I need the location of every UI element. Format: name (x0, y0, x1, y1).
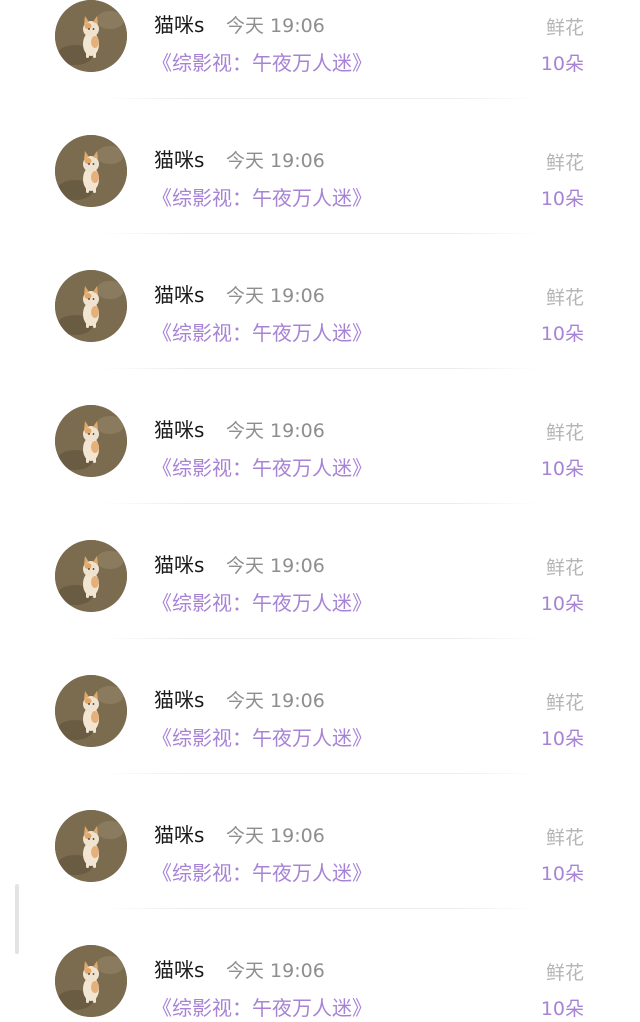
gift-count: 10朵 (540, 323, 584, 345)
gift-record-row[interactable]: 猫咪s 今天 19:06 《综影视：午夜万人迷》 鲜花 10朵 (0, 260, 640, 395)
row-divider (100, 233, 540, 234)
row-divider (100, 368, 540, 369)
row-divider (100, 503, 540, 504)
cat-avatar-icon[interactable] (55, 540, 127, 612)
gift-count: 10朵 (540, 458, 584, 480)
gift-type-label: 鲜花 (545, 287, 584, 309)
username[interactable]: 猫咪s (154, 957, 204, 983)
username[interactable]: 猫咪s (154, 417, 204, 443)
gift-records-page: 猫咪s 今天 19:06 《综影视：午夜万人迷》 鲜花 10朵 猫咪s 今天 1… (0, 0, 640, 1022)
gift-record-row[interactable]: 猫咪s 今天 19:06 《综影视：午夜万人迷》 鲜花 10朵 (0, 125, 640, 260)
timestamp: 今天 19:06 (226, 15, 325, 37)
gift-record-row[interactable]: 猫咪s 今天 19:06 《综影视：午夜万人迷》 鲜花 10朵 (0, 0, 640, 125)
gift-count: 10朵 (540, 728, 584, 750)
book-title-link[interactable]: 《综影视：午夜万人迷》 (152, 50, 372, 76)
book-title-link[interactable]: 《综影视：午夜万人迷》 (152, 725, 372, 751)
book-title-link[interactable]: 《综影视：午夜万人迷》 (152, 455, 372, 481)
gift-count: 10朵 (540, 593, 584, 615)
cat-avatar-icon[interactable] (55, 945, 127, 1017)
cat-avatar-icon[interactable] (55, 405, 127, 477)
cat-avatar-icon[interactable] (55, 810, 127, 882)
gift-record-row[interactable]: 猫咪s 今天 19:06 《综影视：午夜万人迷》 鲜花 10朵 (0, 800, 640, 935)
gift-type-label: 鲜花 (545, 17, 584, 39)
gift-count: 10朵 (540, 998, 584, 1020)
gift-type-label: 鲜花 (545, 692, 584, 714)
gift-type-label: 鲜花 (545, 152, 584, 174)
timestamp: 今天 19:06 (226, 420, 325, 442)
gift-record-list: 猫咪s 今天 19:06 《综影视：午夜万人迷》 鲜花 10朵 猫咪s 今天 1… (0, 0, 640, 1022)
username[interactable]: 猫咪s (154, 687, 204, 713)
book-title-link[interactable]: 《综影视：午夜万人迷》 (152, 590, 372, 616)
gift-type-label: 鲜花 (545, 422, 584, 444)
gift-type-label: 鲜花 (545, 827, 584, 849)
timestamp: 今天 19:06 (226, 285, 325, 307)
row-divider (100, 98, 540, 99)
gift-count: 10朵 (540, 863, 584, 885)
book-title-link[interactable]: 《综影视：午夜万人迷》 (152, 185, 372, 211)
timestamp: 今天 19:06 (226, 690, 325, 712)
timestamp: 今天 19:06 (226, 825, 325, 847)
book-title-link[interactable]: 《综影视：午夜万人迷》 (152, 320, 372, 346)
username[interactable]: 猫咪s (154, 147, 204, 173)
cat-avatar-icon[interactable] (55, 270, 127, 342)
gift-count: 10朵 (540, 53, 584, 75)
cat-avatar-icon[interactable] (55, 135, 127, 207)
cat-avatar-icon[interactable] (55, 0, 127, 72)
row-divider (100, 773, 540, 774)
gift-record-row[interactable]: 猫咪s 今天 19:06 《综影视：午夜万人迷》 鲜花 10朵 (0, 935, 640, 1022)
book-title-link[interactable]: 《综影视：午夜万人迷》 (152, 995, 372, 1021)
gift-record-row[interactable]: 猫咪s 今天 19:06 《综影视：午夜万人迷》 鲜花 10朵 (0, 665, 640, 800)
row-divider (100, 908, 540, 909)
username[interactable]: 猫咪s (154, 552, 204, 578)
username[interactable]: 猫咪s (154, 822, 204, 848)
timestamp: 今天 19:06 (226, 150, 325, 172)
gift-record-row[interactable]: 猫咪s 今天 19:06 《综影视：午夜万人迷》 鲜花 10朵 (0, 530, 640, 665)
gift-record-row[interactable]: 猫咪s 今天 19:06 《综影视：午夜万人迷》 鲜花 10朵 (0, 395, 640, 530)
timestamp: 今天 19:06 (226, 960, 325, 982)
scrollbar[interactable] (15, 884, 19, 954)
cat-avatar-icon[interactable] (55, 675, 127, 747)
gift-type-label: 鲜花 (545, 557, 584, 579)
gift-count: 10朵 (540, 188, 584, 210)
username[interactable]: 猫咪s (154, 12, 204, 38)
row-divider (100, 638, 540, 639)
gift-type-label: 鲜花 (545, 962, 584, 984)
book-title-link[interactable]: 《综影视：午夜万人迷》 (152, 860, 372, 886)
username[interactable]: 猫咪s (154, 282, 204, 308)
timestamp: 今天 19:06 (226, 555, 325, 577)
